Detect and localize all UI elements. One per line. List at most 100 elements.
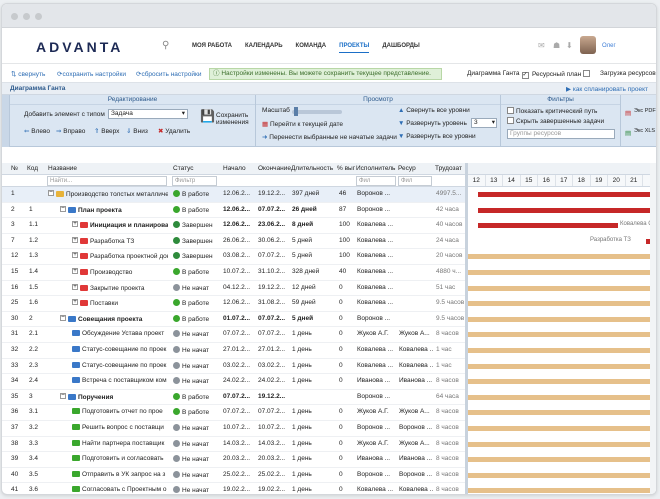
col-work[interactable]: Трудозат bbox=[435, 165, 465, 172]
expand-toggle[interactable]: − bbox=[60, 205, 66, 212]
row-name-cell[interactable]: + Разработка ТЗ bbox=[72, 236, 168, 245]
export-xls-button[interactable]: Экс XLS bbox=[634, 128, 656, 134]
table-row[interactable]: 31 2.1 Обсуждение Устава проект Не начат 07.… bbox=[2, 327, 465, 343]
status-filter-input[interactable]: Фильтр bbox=[172, 176, 217, 186]
nav-item[interactable]: КАЛЕНДАРЬ bbox=[245, 43, 283, 53]
gantt-task-bar[interactable] bbox=[468, 410, 653, 416]
pdf-icon[interactable]: ▤ bbox=[625, 109, 631, 117]
nav-item[interactable]: МОЯ РАБОТА bbox=[192, 43, 232, 53]
resource-filter-input[interactable]: Фил bbox=[398, 176, 432, 186]
expand-all-button[interactable]: ▼ Развернуть все уровни bbox=[398, 133, 476, 140]
name-filter-input[interactable]: Найти... bbox=[47, 176, 167, 186]
gantt-checkbox[interactable]: ✓ bbox=[521, 72, 529, 79]
table-row[interactable]: 30 2 − Совещания проекта В работе 01.07.2... 0… bbox=[2, 312, 465, 328]
row-name-cell[interactable]: Подготовить отчет по прое bbox=[72, 408, 168, 415]
row-name-cell[interactable]: Статус-совещание по проек bbox=[72, 345, 168, 353]
gantt-summary-bar[interactable] bbox=[478, 207, 653, 213]
gantt-task-bar[interactable] bbox=[468, 254, 653, 260]
col-name[interactable]: Название bbox=[48, 165, 77, 172]
xls-icon[interactable]: ▤ bbox=[625, 129, 631, 137]
gantt-task-bar[interactable] bbox=[468, 363, 653, 369]
row-name-cell[interactable]: Обсуждение Устава проект bbox=[72, 330, 168, 337]
export-pdf-button[interactable]: Экс PDF bbox=[634, 108, 656, 114]
users-icon[interactable]: ☗ bbox=[553, 41, 560, 50]
table-row[interactable]: 12 1.3 + Разработка проектной доку Завершен 0… bbox=[2, 249, 465, 265]
table-row[interactable]: 37 3.2 Решить вопрос с поставщи Не начат 10.… bbox=[2, 421, 465, 437]
col-status[interactable]: Статус bbox=[173, 165, 194, 172]
table-row[interactable]: 35 3 − Поручения В работе 07.07.2... 19.12.2..… bbox=[2, 390, 465, 406]
col-percent[interactable]: % вып bbox=[337, 165, 355, 172]
logo[interactable]: ADVANTA bbox=[36, 39, 123, 55]
gantt-task-bar[interactable] bbox=[468, 394, 653, 400]
executor-filter-input[interactable]: Фил bbox=[356, 176, 396, 186]
save-settings-button[interactable]: ⟳сохранить настройки bbox=[57, 70, 126, 78]
plan-project-link[interactable]: ▶ как спланировать проект bbox=[566, 85, 648, 93]
goto-date-button[interactable]: ▦ Перейти к текущей дате bbox=[262, 120, 343, 128]
save-changes-button[interactable]: Сохранить изменения bbox=[216, 112, 256, 126]
expand-toggle[interactable]: + bbox=[72, 221, 78, 228]
gantt-task-bar[interactable] bbox=[468, 347, 653, 353]
move-up-button[interactable]: ⇑ Вверх bbox=[94, 127, 119, 135]
expand-level-button[interactable]: ▼ Развернуть уровень bbox=[398, 120, 467, 127]
table-row[interactable]: 38 3.3 Найти партнера поставщик Не начат 14.… bbox=[2, 437, 465, 453]
expand-toggle[interactable]: − bbox=[60, 314, 66, 321]
row-name-cell[interactable]: + Поставки bbox=[72, 299, 168, 307]
collapse-button[interactable]: ⇅ свернуть bbox=[11, 70, 45, 78]
table-row[interactable]: 25 1.6 + Поставки В работе 12.06.2... 31.08.2.… bbox=[2, 296, 465, 312]
table-row[interactable]: 41 3.6 Согласовать с Проектным о Не начат 19… bbox=[2, 483, 465, 494]
indent-right-button[interactable]: ⇒ Вправо bbox=[56, 127, 85, 135]
gantt-task-bar[interactable] bbox=[478, 223, 618, 229]
row-name-cell[interactable]: + Производство bbox=[72, 267, 168, 276]
row-name-cell[interactable]: Решить вопрос с поставщи bbox=[72, 423, 168, 431]
table-row[interactable]: 32 2.2 Статус-совещание по проек Не начат 27… bbox=[2, 343, 465, 359]
hide-done-checkbox[interactable] bbox=[507, 117, 514, 124]
row-name-cell[interactable]: − Совещания проекта bbox=[60, 314, 168, 323]
row-name-cell[interactable]: + Инициация и планирование bbox=[72, 221, 168, 229]
window-dot[interactable] bbox=[23, 13, 30, 20]
reset-settings-button[interactable]: ⟳сбросить настройки bbox=[136, 70, 201, 78]
nav-item[interactable]: КОМАНДА bbox=[296, 43, 327, 53]
gantt-summary-bar[interactable] bbox=[478, 192, 653, 197]
gantt-task-bar[interactable] bbox=[468, 285, 653, 291]
row-name-cell[interactable]: Найти партнера поставщик bbox=[72, 439, 168, 447]
critical-path-toggle[interactable]: Показать критический путь bbox=[505, 107, 597, 115]
expand-toggle[interactable]: + bbox=[72, 267, 78, 274]
expand-toggle[interactable]: + bbox=[72, 252, 78, 259]
gantt-toggle[interactable]: Диаграмма Ганта ✓ bbox=[467, 70, 531, 79]
nav-item[interactable]: ПРОЕКТЫ bbox=[339, 43, 370, 53]
scale-slider-handle[interactable] bbox=[294, 107, 298, 116]
delete-button[interactable]: ✖ Удалить bbox=[158, 127, 190, 135]
gantt-task-bar[interactable] bbox=[468, 441, 653, 447]
search-icon[interactable]: ⚲ bbox=[162, 40, 169, 51]
resource-checkbox[interactable] bbox=[583, 70, 591, 77]
nav-item[interactable]: ДАШБОРДЫ bbox=[382, 43, 419, 53]
hide-done-toggle[interactable]: Скрыть завершенные задачи bbox=[505, 117, 604, 125]
col-executor[interactable]: Исполнитель bbox=[356, 165, 396, 172]
table-row[interactable]: 33 2.3 Статус-совещание по проек Не начат 03… bbox=[2, 359, 465, 375]
table-row[interactable]: 34 2.4 Встреча с поставщиком ком Не начат 24… bbox=[2, 374, 465, 390]
gantt-task-bar[interactable] bbox=[468, 269, 653, 275]
move-unstarted-button[interactable]: ➜ Перенести выбранные не начатые задачи bbox=[262, 133, 397, 141]
mail-icon[interactable]: ✉ bbox=[538, 41, 545, 50]
resource-groups-select[interactable]: Группы ресурсов bbox=[507, 129, 615, 139]
level-select[interactable]: 3 ▾ bbox=[471, 118, 497, 128]
indent-left-button[interactable]: ⇐ Влево bbox=[24, 127, 50, 135]
table-row[interactable]: 15 1.4 + Производство В работе 10.07.2... 31.1… bbox=[2, 265, 465, 281]
resource-toggle[interactable]: Ресурсный план bbox=[532, 70, 592, 78]
col-resource[interactable]: Ресур bbox=[398, 165, 432, 172]
gantt-task-bar[interactable] bbox=[468, 316, 653, 322]
critical-path-checkbox[interactable] bbox=[507, 107, 514, 114]
gantt-task-bar[interactable] bbox=[468, 488, 653, 494]
row-name-cell[interactable]: Подготовить и согласовать bbox=[72, 455, 168, 462]
expand-toggle[interactable]: + bbox=[72, 299, 78, 306]
expand-toggle[interactable]: − bbox=[48, 190, 54, 196]
table-row[interactable]: 16 1.5 + Закрытие проекта Не начат 04.12.2...… bbox=[2, 281, 465, 297]
ribbon-collapse[interactable] bbox=[2, 95, 10, 147]
col-number[interactable]: № bbox=[11, 165, 18, 172]
table-row[interactable]: 3 1.1 + Инициация и планирование Завершен 12.… bbox=[2, 218, 465, 234]
user-name[interactable]: Олег bbox=[602, 43, 616, 49]
table-row[interactable]: 40 3.5 Отправить в УК запрос на з Не начат 2… bbox=[2, 468, 465, 484]
row-name-cell[interactable]: + Закрытие проекта bbox=[72, 283, 168, 292]
save-disk-icon[interactable]: 💾 bbox=[200, 109, 215, 123]
table-row[interactable]: 2 1 − План проекта В работе 12.06.2... 07.07.2… bbox=[2, 203, 465, 219]
